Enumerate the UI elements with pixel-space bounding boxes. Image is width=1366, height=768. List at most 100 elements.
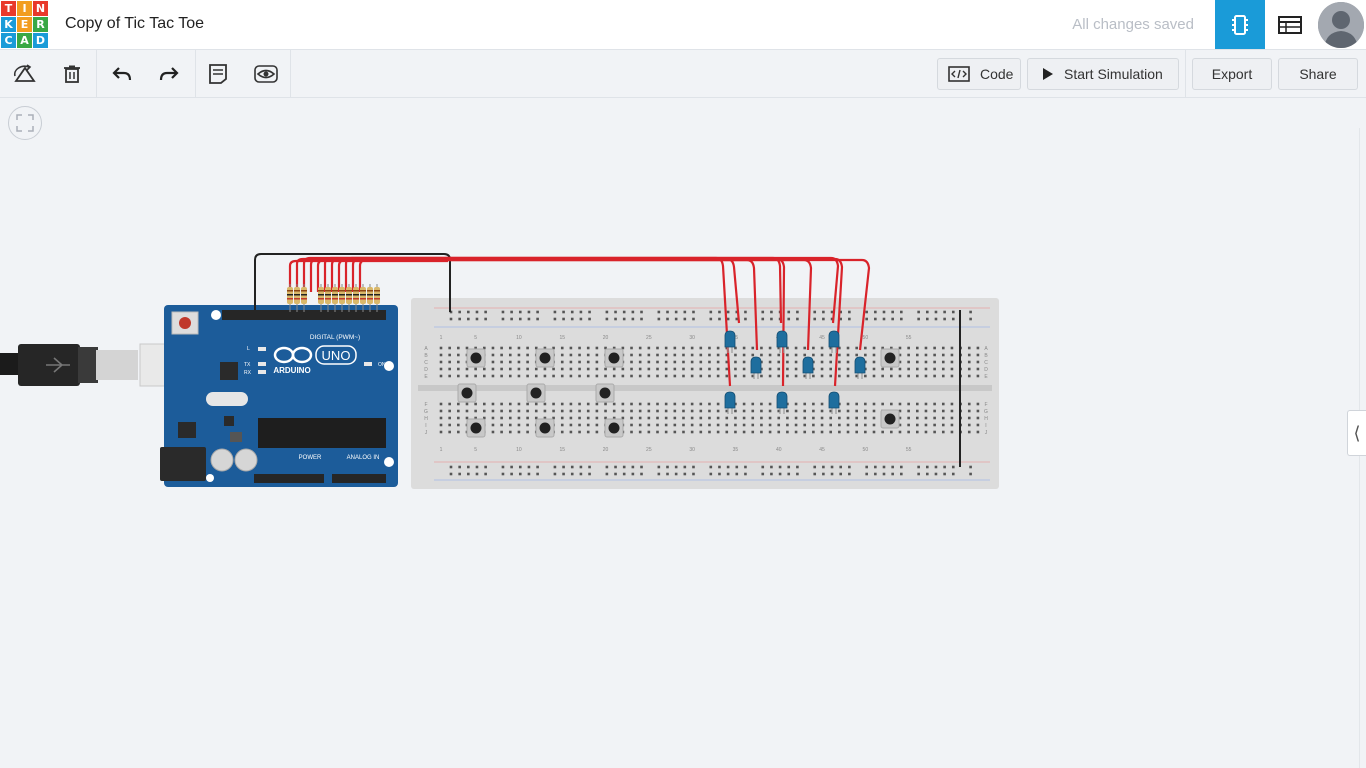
breadboard-hole <box>682 346 685 350</box>
breadboard-hole <box>500 346 503 350</box>
breadboard-hole <box>916 374 919 378</box>
breadboard-hole <box>699 430 703 434</box>
push-button[interactable] <box>526 383 546 403</box>
push-button[interactable] <box>595 383 615 403</box>
breadboard-hole <box>846 430 850 434</box>
notes-button[interactable] <box>204 60 232 88</box>
breadboard-hole <box>967 423 971 427</box>
breadboard-hole <box>950 430 954 434</box>
rail-hole <box>778 472 782 476</box>
push-button[interactable] <box>535 348 555 368</box>
breadboard-hole <box>517 346 521 350</box>
breadboard-hole <box>820 409 824 413</box>
breadboard-hole <box>829 423 832 427</box>
toolbar-divider <box>1185 50 1186 97</box>
resistor-band <box>287 298 293 300</box>
rail-hole <box>657 472 661 476</box>
project-title[interactable]: Copy of Tic Tac Toe <box>65 15 204 33</box>
breadboard-hole <box>569 416 573 420</box>
breadboard-hole <box>560 430 564 434</box>
breadboard-hole <box>457 367 460 371</box>
breadboard-hole <box>500 430 503 434</box>
rail-hole <box>467 310 470 314</box>
undo-button[interactable] <box>108 60 136 88</box>
breadboard-hole <box>508 416 512 420</box>
breadboard-hole <box>803 353 807 357</box>
component-list-button[interactable] <box>1265 0 1315 49</box>
breadboard-hole <box>777 353 781 357</box>
breadboard-hole <box>967 430 971 434</box>
start-simulation-button[interactable]: Start Simulation <box>1027 58 1179 90</box>
logo-letter: I <box>17 1 32 16</box>
breadboard-hole <box>924 367 928 371</box>
resistor-band <box>346 294 352 296</box>
circuit-canvas[interactable]: ⟨ UNO ARDUINO DIGITAL (PWM~) POWER ANALO… <box>0 98 1366 768</box>
push-button[interactable] <box>604 348 624 368</box>
column-number-label: 25 <box>646 335 652 341</box>
breadboard-hole <box>742 367 746 371</box>
board-brand-label: ARDUINO <box>273 366 310 375</box>
breadboard-hole <box>933 430 936 434</box>
breadboard-hole <box>794 409 798 413</box>
push-button[interactable] <box>457 383 477 403</box>
breadboard-hole <box>569 353 573 357</box>
breadboard-hole <box>950 360 954 364</box>
push-button-cap <box>884 352 896 364</box>
user-avatar[interactable] <box>1318 2 1364 48</box>
rail-hole <box>900 472 903 476</box>
breadboard-hole <box>682 353 685 357</box>
breadboard-hole <box>638 416 642 420</box>
visibility-button[interactable] <box>252 60 280 88</box>
breadboard-hole <box>604 409 607 413</box>
column-number-label: 5 <box>474 447 477 453</box>
share-button[interactable]: Share <box>1278 58 1358 90</box>
push-button[interactable] <box>466 348 486 368</box>
push-button[interactable] <box>466 418 486 438</box>
resistor-band <box>353 294 359 296</box>
breadboard-hole <box>829 430 832 434</box>
rail-hole <box>900 310 903 314</box>
export-button[interactable]: Export <box>1192 58 1272 90</box>
breadboard-hole <box>578 353 581 357</box>
breadboard-hole <box>526 423 529 427</box>
rail-hole <box>614 317 617 321</box>
breadboard-hole <box>916 430 919 434</box>
breadboard-hole <box>647 367 651 371</box>
breadboard-hole <box>976 409 980 413</box>
push-button[interactable] <box>880 348 900 368</box>
toolbar-divider <box>195 50 196 97</box>
rotate-button[interactable] <box>11 60 39 88</box>
breadboard-hole <box>734 367 737 371</box>
column-number-label: 1 <box>440 447 443 453</box>
code-button[interactable]: Code <box>937 58 1021 90</box>
push-button[interactable] <box>604 418 624 438</box>
rail-hole <box>683 465 687 469</box>
push-button[interactable] <box>880 409 900 429</box>
breadboard-hole <box>864 416 867 420</box>
resistor-band <box>353 298 359 300</box>
breadboard-hole <box>638 402 642 406</box>
breadboard-hole <box>768 353 772 357</box>
breadboard-hole <box>534 374 538 378</box>
delete-button[interactable] <box>58 60 86 88</box>
logo-letter: E <box>17 17 32 32</box>
breadboard-hole <box>812 423 815 427</box>
rail-hole <box>605 317 609 321</box>
arduino-uno-board[interactable]: UNO ARDUINO DIGITAL (PWM~) POWER ANALOG … <box>160 305 398 487</box>
breadboard-hole <box>664 430 668 434</box>
breadboard-hole <box>682 402 685 406</box>
breadboard-hole <box>664 346 668 350</box>
breadboard-hole <box>812 402 815 406</box>
breadboard-hole <box>838 367 841 371</box>
breadboard-hole <box>855 416 858 420</box>
tinkercad-logo[interactable]: TIN KER CAD <box>0 0 48 48</box>
rail-hole <box>761 310 765 314</box>
push-button[interactable] <box>535 418 555 438</box>
breadboard-hole <box>595 353 599 357</box>
breadboard-hole <box>742 346 746 350</box>
circuit-view-button[interactable] <box>1215 0 1265 49</box>
redo-button[interactable] <box>155 60 183 88</box>
breadboard-hole <box>491 367 495 371</box>
breadboard-hole <box>864 346 867 350</box>
breadboard[interactable]: 1155101015152020252530303535404045455050… <box>411 298 999 489</box>
